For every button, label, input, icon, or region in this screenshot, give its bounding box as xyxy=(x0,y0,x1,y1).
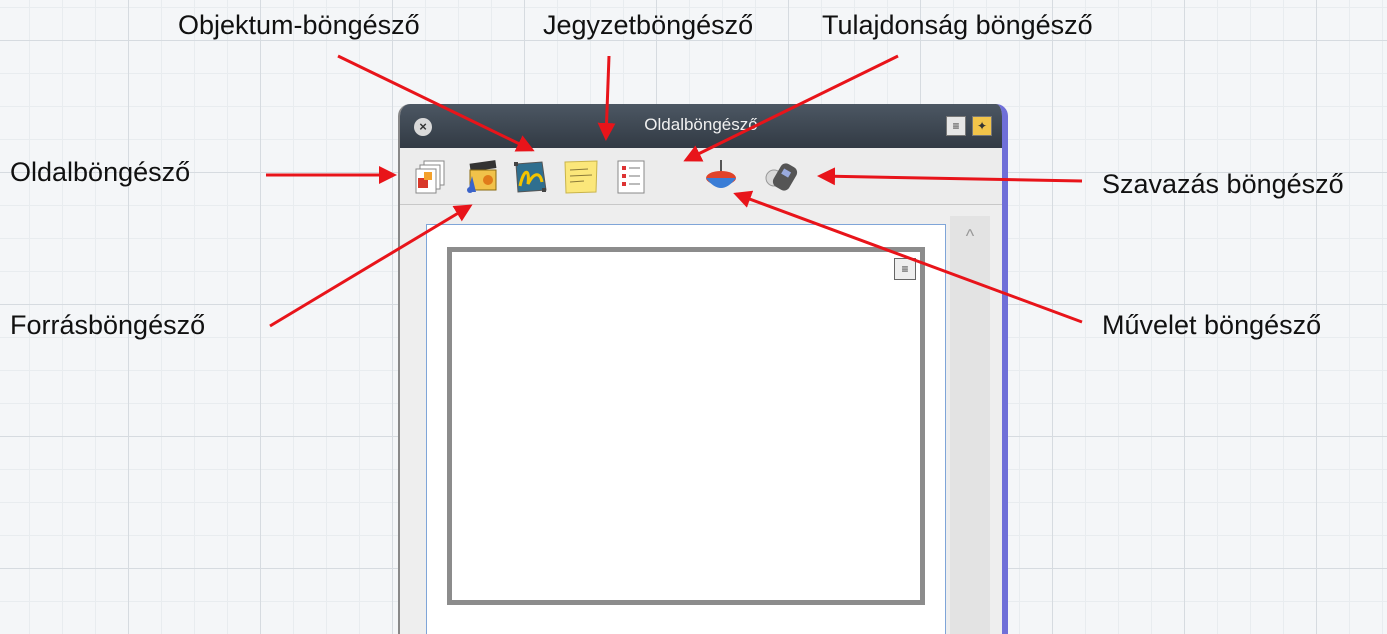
pin-button[interactable]: ✦ xyxy=(972,116,992,136)
object-browser-icon[interactable] xyxy=(512,158,550,196)
callout-notes-browser: Jegyzetböngésző xyxy=(543,10,754,40)
callout-resource-browser: Forrásböngésző xyxy=(10,310,206,340)
notes-icon[interactable] xyxy=(562,158,600,196)
scrollbar[interactable]: ^ xyxy=(950,216,990,634)
callout-page-browser: Oldalböngésző xyxy=(10,157,191,187)
callout-properties-browser: Tulajdonság böngésző xyxy=(822,10,1093,40)
scroll-up-arrow-icon[interactable]: ^ xyxy=(950,226,990,247)
callout-object-browser: Objektum-böngésző xyxy=(178,10,420,40)
page-sorter-icon[interactable] xyxy=(412,158,450,196)
callout-action-browser: Művelet böngésző xyxy=(1102,310,1322,340)
page-list: ≡ xyxy=(426,224,946,634)
actions-icon[interactable] xyxy=(702,158,740,196)
gallery-icon[interactable] xyxy=(462,158,500,196)
page-thumbnail[interactable]: ≡ xyxy=(447,247,925,605)
thumbnail-menu-button[interactable]: ≡ xyxy=(894,258,916,280)
properties-icon[interactable] xyxy=(612,158,650,196)
side-browser-panel: × Oldalböngésző ≡ ✦ ≡ ^ xyxy=(398,104,1008,634)
callout-voting-browser: Szavazás böngésző xyxy=(1102,169,1344,199)
browser-tab-toolbar xyxy=(400,148,1002,205)
panel-menu-button[interactable]: ≡ xyxy=(946,116,966,136)
panel-title: Oldalböngésző xyxy=(644,115,758,134)
panel-titlebar[interactable]: × Oldalböngésző ≡ ✦ xyxy=(400,104,1002,149)
response-icon[interactable] xyxy=(762,158,800,196)
